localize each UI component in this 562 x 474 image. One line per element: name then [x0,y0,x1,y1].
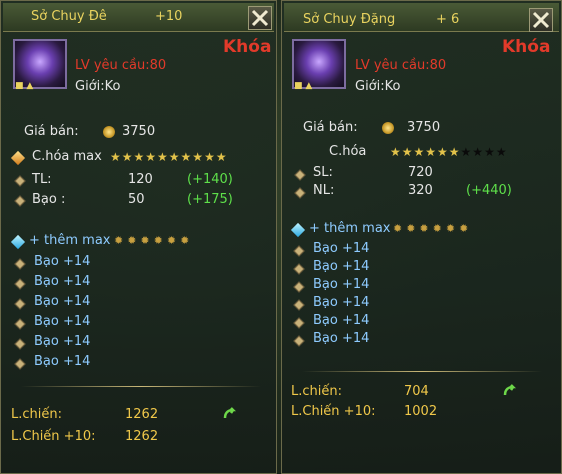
divider [302,371,542,372]
title-bar: Sở Chuy Đê +10 [3,3,274,32]
extra-bullet-icon [293,299,305,311]
extra-bullet-icon [293,263,305,275]
coin-icon [382,122,394,134]
item-tooltip-left: Sở Chuy Đê +10 Khóa ■ ▲ LV yêu cầu:80 Gi… [0,0,277,474]
extra-gem-icon [290,222,306,238]
extra-stat: Bạo +14 [34,354,91,369]
gender-requirement: Giới:Ko [75,79,121,94]
item-name: Sở Chuy Đê [31,9,107,24]
stat-value: 720 [408,165,433,180]
extra-stat: Bạo +14 [313,331,370,346]
bind-icons: ■ ▲ [15,81,34,91]
stat-bullet-icon [14,195,26,207]
extra-stat: Bạo +14 [34,254,91,269]
price-value: 3750 [407,120,441,135]
stat-bonus: (+440) [466,183,512,198]
extra-bullet-icon [293,317,305,329]
price-value: 3750 [122,124,156,139]
power10-value: 1002 [404,404,438,419]
extra-stat: Bạo +14 [34,294,91,309]
power-value: 1262 [125,407,159,422]
power-label: L.chiến: [291,384,342,399]
extra-stat: Bạo +14 [313,313,370,328]
extra-stat: Bạo +14 [34,274,91,289]
price-label: Giá bán: [303,120,358,135]
extra-slot-icons: ✹✹✹✹✹✹ [393,222,473,235]
stat-label: NL: [313,183,335,198]
extra-stat: Bạo +14 [34,314,91,329]
level-requirement: LV yêu cầu:80 [355,58,447,73]
extra-bullet-icon [293,245,305,257]
stat-bullet-icon [294,169,306,181]
extra-gem-icon [10,234,26,250]
extra-label: + thêm max [29,233,111,248]
extra-bullet-icon [14,338,26,350]
stat-bullet-icon [14,175,26,187]
enhance-level: +10 [155,9,183,24]
power10-value: 1262 [125,429,159,444]
power10-label: L.Chiến +10: [291,404,376,419]
upgrade-gem-icon [10,150,26,166]
extra-stat: Bạo +14 [34,334,91,349]
power-value: 704 [404,384,429,399]
price-label: Giá bán: [24,124,79,139]
upgrade-stars: ★★★★★★★★★★ [110,150,228,164]
level-requirement: LV yêu cầu:80 [75,58,167,73]
enhance-level: + 6 [436,12,460,27]
extra-bullet-icon [293,281,305,293]
close-icon [532,11,550,29]
extra-slot-icons: ✹✹✹✹✹✹ [114,234,194,247]
extra-label: + thêm max [309,221,391,236]
upgrade-stars: ★★★★★★★★★★ [390,145,508,159]
extra-stat: Bạo +14 [313,241,370,256]
upgrade-label: C.hóa [329,144,367,159]
upgrade-label: C.hóa max [32,149,102,164]
coin-icon [103,126,115,138]
compare-arrow-icon [223,407,236,419]
item-name: Sở Chuy Đặng [303,12,396,27]
stat-value: 50 [128,192,145,207]
close-button[interactable] [248,6,272,30]
extra-stat: Bạo +14 [313,295,370,310]
gender-requirement: Giới:Ko [355,79,401,94]
extra-bullet-icon [293,335,305,347]
extra-bullet-icon [14,278,26,290]
close-button[interactable] [529,8,553,32]
stat-value: 120 [128,172,153,187]
extra-bullet-icon [14,258,26,270]
stat-label: TL: [32,172,52,187]
extra-bullet-icon [14,298,26,310]
bind-icons: ■ ▲ [294,81,313,91]
stat-bonus: (+175) [187,192,233,207]
stat-value: 320 [408,183,433,198]
divider [21,386,261,387]
extra-bullet-icon [14,358,26,370]
lock-status: Khóa [502,37,551,57]
item-tooltip-right: Sở Chuy Đặng + 6 Khóa ■ ▲ LV yêu cầu:80 … [281,0,562,474]
extra-bullet-icon [14,318,26,330]
stat-label: Bạo : [32,192,66,207]
stat-label: SL: [313,165,333,180]
compare-arrow-icon [503,384,516,396]
extra-stat: Bạo +14 [313,277,370,292]
close-icon [251,9,269,27]
extra-stat: Bạo +14 [313,259,370,274]
power-label: L.chiến: [11,407,62,422]
stat-bullet-icon [294,187,306,199]
title-bar: Sở Chuy Đặng + 6 [284,3,559,32]
lock-status: Khóa [223,37,272,57]
stat-bonus: (+140) [187,172,233,187]
power10-label: L.Chiến +10: [11,429,96,444]
